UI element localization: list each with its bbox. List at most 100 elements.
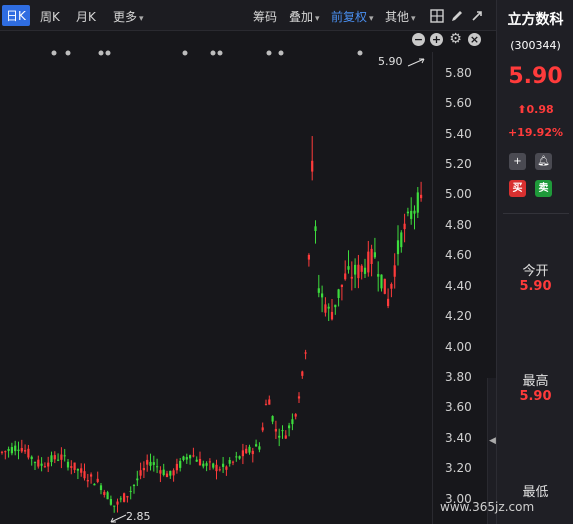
axis-tick: 3.40	[445, 431, 472, 445]
candle-body	[241, 450, 244, 457]
candle-body	[172, 470, 175, 476]
axis-tick: 4.60	[445, 248, 472, 262]
candle-body	[57, 459, 60, 461]
tab-monthly-k[interactable]: 月K	[76, 8, 96, 25]
axis-tick: 3.80	[445, 370, 472, 384]
low-label: 最低	[522, 485, 549, 500]
candle-body	[291, 419, 294, 425]
candle-body	[304, 352, 307, 354]
candle-body	[156, 466, 159, 468]
candle-body	[96, 478, 99, 482]
candle-body	[284, 435, 287, 439]
watermark: www.365jz.com	[440, 500, 535, 514]
candle-body	[33, 462, 37, 464]
candle-body	[119, 498, 122, 500]
candle-body	[90, 474, 93, 477]
candle-body	[294, 414, 297, 417]
candle-body	[413, 210, 416, 214]
chevron-down-icon: ▾	[411, 14, 416, 24]
candle-body	[383, 278, 386, 294]
more-label: 更多	[113, 10, 138, 24]
candle-body	[390, 284, 393, 289]
price-change-value: 0.98	[526, 103, 554, 116]
candle-body	[60, 454, 63, 460]
chart-toolbar: 日K 周K 月K 更多 ▾ 筹码 叠加 ▾ 前复权 ▾ 其他 ▾	[0, 0, 496, 31]
draw-pen-icon[interactable]	[450, 9, 464, 23]
candle-body	[195, 459, 198, 462]
candle-body	[179, 460, 182, 468]
high-value: 5.90	[519, 389, 552, 404]
candle-body	[139, 470, 142, 476]
candle-body	[192, 455, 195, 457]
candle-body	[73, 462, 76, 470]
candle-body	[50, 455, 53, 463]
candle-body	[76, 469, 79, 471]
candle-body	[271, 416, 274, 422]
candle-body	[311, 160, 314, 172]
candle-body	[337, 289, 340, 298]
candle-body	[281, 430, 284, 432]
open-label: 今开	[522, 264, 549, 279]
adjust-label: 前复权	[331, 10, 368, 24]
axis-tick: 4.40	[445, 279, 472, 293]
buy-button[interactable]: 买	[509, 180, 526, 197]
arrow-up-icon: ⬆	[517, 103, 527, 116]
candle-body	[314, 226, 317, 231]
axis-tick: 5.80	[445, 66, 472, 80]
candle-body	[202, 463, 205, 467]
candle-body	[205, 463, 208, 466]
candle-body	[47, 462, 50, 467]
fullscreen-icon[interactable]	[470, 9, 484, 23]
low-price-label: 2.85	[126, 510, 151, 523]
overlay-dropdown[interactable]: 叠加 ▾	[289, 8, 320, 25]
stock-info-panel: 立方数科 (300344) 5.90 ⬆0.98 +19.92% + 🔔︎ 买 …	[496, 0, 573, 524]
candle-body	[264, 403, 268, 405]
candle-body	[126, 496, 129, 498]
chip-button[interactable]: 筹码	[253, 8, 277, 25]
other-dropdown[interactable]: 其他 ▾	[385, 8, 416, 25]
candle-body	[327, 306, 330, 309]
close-icon[interactable]: ×	[468, 33, 481, 46]
other-label: 其他	[385, 10, 410, 24]
candle-body	[149, 461, 152, 466]
candle-body	[106, 492, 109, 500]
candle-body	[387, 298, 390, 307]
tab-weekly-k[interactable]: 周K	[40, 8, 60, 25]
candlestick-chart[interactable]	[0, 52, 432, 524]
settings-gear-icon[interactable]: ⚙	[449, 32, 462, 46]
candle-body	[317, 288, 320, 293]
candle-body	[129, 490, 132, 492]
candle-body	[255, 444, 258, 447]
candle-body	[297, 396, 301, 399]
grid-layout-icon[interactable]	[430, 9, 444, 23]
adjust-dropdown[interactable]: 前复权 ▾	[331, 8, 374, 25]
candle-body	[228, 459, 231, 464]
candle-body	[340, 284, 343, 287]
candle-body	[235, 456, 238, 458]
candle-body	[416, 192, 419, 213]
candle-body	[406, 211, 409, 214]
candle-body	[93, 483, 96, 486]
candle-body	[396, 240, 400, 255]
chevron-left-icon: ◀	[489, 436, 496, 446]
candle-body	[159, 470, 162, 474]
candle-body	[357, 264, 360, 279]
candle-body	[136, 478, 139, 481]
zoom-in-icon[interactable]: +	[430, 33, 443, 46]
tab-daily-k[interactable]: 日K	[2, 5, 30, 26]
candle-body	[17, 449, 20, 451]
sell-button[interactable]: 卖	[535, 180, 552, 197]
candle-body	[165, 473, 169, 478]
candle-body	[37, 459, 40, 467]
candle-body	[185, 457, 188, 460]
stock-code: (300344)	[510, 39, 561, 52]
candle-body	[261, 427, 264, 431]
candle-body	[334, 304, 337, 308]
add-watchlist-icon[interactable]: +	[509, 153, 526, 170]
candle-body	[367, 251, 370, 273]
zoom-out-icon[interactable]: −	[412, 33, 425, 46]
alert-bell-icon[interactable]: 🔔︎	[535, 153, 552, 170]
candle-body	[307, 254, 310, 260]
more-dropdown[interactable]: 更多 ▾	[113, 8, 144, 25]
high-price-label: 5.90	[378, 55, 403, 68]
